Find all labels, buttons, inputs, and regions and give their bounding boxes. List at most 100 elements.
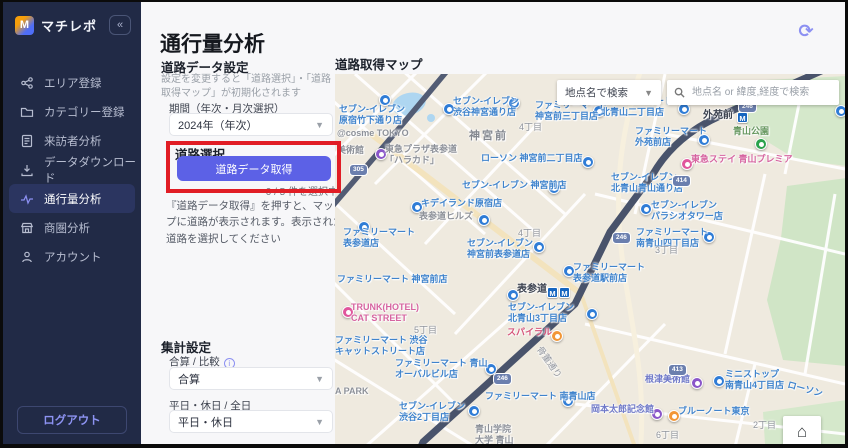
map-label: セブン-イレブン 渋谷2丁目店 <box>399 401 465 422</box>
sidebar-item-label: カテゴリー登録 <box>44 106 125 119</box>
chevron-down-icon: ▼ <box>644 87 653 98</box>
screenshot-frame: M マチレポ « エリア登録 カテゴリー登録 来訪者分析 データダウンロード 通… <box>0 0 848 448</box>
map-label: TRUNK(HOTEL) CAT STREET <box>351 302 419 323</box>
map-label: 3丁目 <box>655 245 679 255</box>
sidebar-item-area[interactable]: エリア登録 <box>3 68 141 97</box>
map-search-input[interactable] <box>690 86 832 99</box>
map-marker-museum-icon <box>691 377 703 389</box>
map-label: 表参道 <box>517 284 547 295</box>
sidebar-logo-row: M マチレポ « <box>3 2 141 45</box>
map-marker-store-icon <box>586 308 598 320</box>
map-label: 青山公園 <box>733 126 770 136</box>
map-label: 東急ステイ 青山プレミア <box>691 154 793 164</box>
map-label: 青山学院 大学 青山 <box>475 424 514 444</box>
map-label: A PARK <box>335 386 369 396</box>
map-label: 骨董通り <box>534 344 564 380</box>
map-marker-metro-icon: M <box>547 287 558 298</box>
sidebar-item-label: アカウント <box>44 251 102 264</box>
fetch-road-data-button[interactable]: 道路データ取得 <box>177 156 331 181</box>
sidebar-item-download[interactable]: データダウンロード <box>3 155 141 185</box>
map-marker-store-icon <box>533 241 545 253</box>
map-marker-store-icon <box>713 375 725 387</box>
sidebar-menu: エリア登録 カテゴリー登録 来訪者分析 データダウンロード 通行量分析 商圏分析 <box>3 68 141 271</box>
road-select-help-text: 『道路データ取得』を押すと、マップに道路が表示されます。表示された道路を選択して… <box>166 200 344 245</box>
route-shield: 305 <box>349 164 368 176</box>
sidebar-item-label: データダウンロード <box>44 156 136 185</box>
map-title: 道路取得マップ <box>335 58 423 72</box>
map-label: 岡本太郎記念館 <box>591 404 655 414</box>
map-label: ファミリーマート 表参道店 <box>343 227 416 248</box>
home-button[interactable]: ⌂ <box>783 416 821 444</box>
folder-icon <box>20 107 34 117</box>
day-type-value: 平日・休日 <box>178 416 233 429</box>
map-label: スパイラル <box>507 327 553 337</box>
sidebar-item-category[interactable]: カテゴリー登録 <box>3 97 141 126</box>
map-annotation-layer: セブン-イレブン 原宿竹下通り店 @cosme TOKYO セブン-イレブン 渋谷神… <box>335 74 845 444</box>
map-label: ローソン <box>786 379 824 399</box>
sidebar-item-account[interactable]: アカウント <box>3 242 141 271</box>
app-logo-icon: M <box>15 15 34 35</box>
account-icon <box>22 251 32 262</box>
selection-status: 0 / 5 件を選択中 <box>265 187 338 198</box>
sidebar-item-label: 来訪者分析 <box>44 135 102 148</box>
report-icon <box>21 134 33 147</box>
map-label: ファミリーマート 渋谷 キャットストリート店 <box>335 335 428 356</box>
map-label: セブン-イレブン 原宿竹下通り店 <box>339 104 405 125</box>
download-icon <box>21 164 33 176</box>
period-select-value: 2024年（年次） <box>178 119 258 132</box>
sidebar-item-market[interactable]: 商圏分析 <box>3 213 141 242</box>
day-type-select[interactable]: 平日・休日 ▼ <box>169 410 333 433</box>
map-label: セブン-イレブン 神宮前店 <box>462 180 567 190</box>
map-marker-store-icon <box>835 105 845 117</box>
map-label: セブン-イレブン 渋谷神宮通り店 <box>453 96 519 117</box>
logout-button[interactable]: ログアウト <box>17 406 127 434</box>
route-shield: 246 <box>612 232 631 244</box>
map-label: 4丁目 <box>519 122 543 132</box>
map-label: セブン-イレブン 北青山3丁目店 <box>508 302 574 323</box>
map-label: ミニストップ 南青山4丁目店 <box>725 369 785 390</box>
map-marker-park-icon <box>755 138 767 150</box>
map-label: ファミリーマート 表参道駅前店 <box>573 262 646 283</box>
chevron-down-icon: ▼ <box>315 373 324 384</box>
sidebar: M マチレポ « エリア登録 カテゴリー登録 来訪者分析 データダウンロード 通… <box>3 2 141 444</box>
refresh-button[interactable]: ⟳ <box>794 19 818 43</box>
period-select[interactable]: 2024年（年次） ▼ <box>169 113 333 136</box>
refresh-icon: ⟳ <box>798 20 814 41</box>
market-icon <box>20 222 34 233</box>
sidebar-item-visitor[interactable]: 来訪者分析 <box>3 126 141 155</box>
route-shield: 246 <box>493 373 512 385</box>
map-search-mode-select[interactable]: 地点名で検索 ▼ <box>557 80 661 105</box>
sidebar-item-traffic[interactable]: 通行量分析 <box>9 184 135 213</box>
sidebar-collapse-button[interactable]: « <box>109 15 131 35</box>
road-data-settings-description: 設定を変更すると「道路選択」・「道路取得マップ」が初期化されます <box>161 74 331 99</box>
map-search <box>667 80 839 105</box>
aggregation-mode-select[interactable]: 合算 ▼ <box>169 367 333 390</box>
chevron-down-icon: ▼ <box>315 119 324 130</box>
map-label: @cosme TOKYO <box>337 128 409 138</box>
map-marker-store-icon <box>582 156 594 168</box>
map-label: 外苑前 <box>703 110 733 121</box>
map-label: 根津美術館 <box>645 374 691 384</box>
chevron-down-icon: ▼ <box>315 416 324 427</box>
road-map[interactable]: セブン-イレブン 原宿竹下通り店 @cosme TOKYO セブン-イレブン 渋谷神… <box>335 74 845 444</box>
route-shield: 413 <box>668 364 687 376</box>
map-label: ファミリーマート 外苑前店 <box>635 126 708 147</box>
sidebar-item-label: エリア登録 <box>44 77 102 90</box>
sidebar-item-label: 商圏分析 <box>44 222 90 235</box>
map-label: 6丁目 <box>656 430 680 440</box>
map-marker-store-icon <box>478 214 490 226</box>
map-label: セブン-イレブン 神宮前表参道店 <box>467 238 533 259</box>
map-label: ローソン 神宮前二丁目店 <box>481 153 583 163</box>
map-label: セブン-イレブン パラシオタワー店 <box>651 200 723 221</box>
map-label: ファミリーマート 青山 オーバルビル店 <box>395 358 488 379</box>
map-label: 美術館 <box>337 145 365 155</box>
aggregation-mode-value: 合算 <box>178 373 200 386</box>
home-icon: ⌂ <box>796 422 808 441</box>
map-label: ファミリーマート 南青山店 <box>485 391 596 401</box>
page-title: 通行量分析 <box>160 33 265 57</box>
map-marker-attraction-icon <box>551 330 563 342</box>
map-label: 東急プラザ表参道 「ハラカド」 <box>385 144 458 165</box>
share-icon <box>21 76 33 89</box>
route-shield: 414 <box>672 175 691 187</box>
map-label: キデイランド原宿店 <box>421 198 503 208</box>
